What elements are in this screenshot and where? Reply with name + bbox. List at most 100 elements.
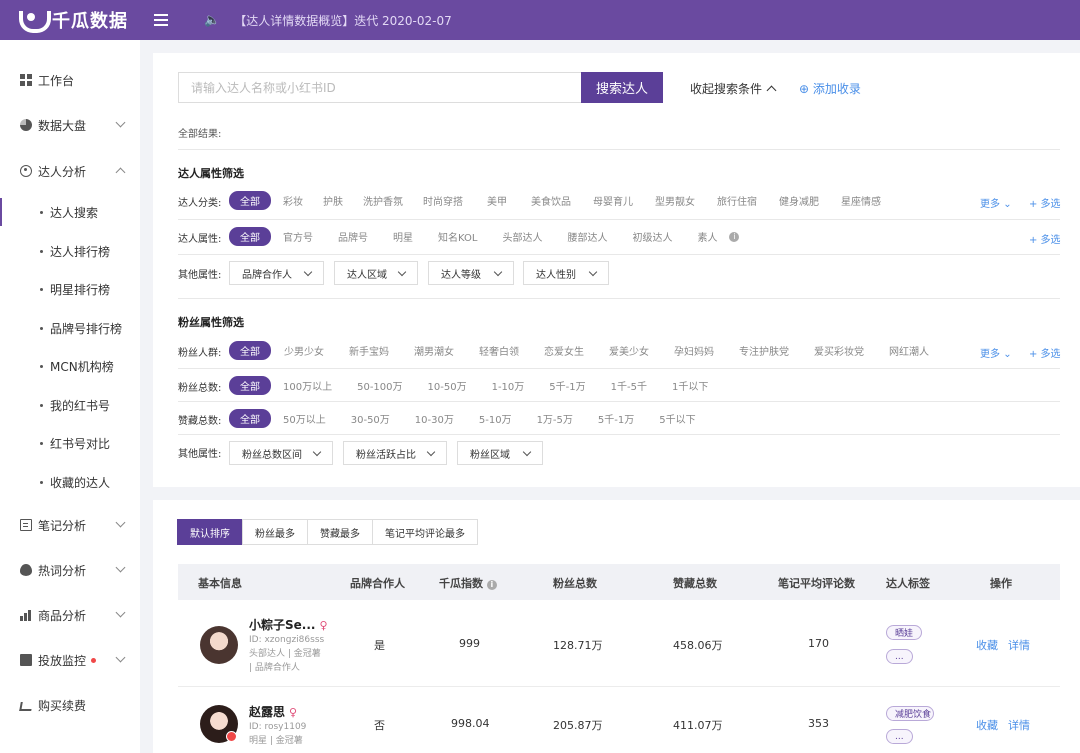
option-kol-category-all[interactable]: 全部 <box>229 191 271 210</box>
option-kol-category[interactable]: 星座情感 <box>841 193 881 208</box>
sidebar-item-kol-analysis[interactable]: 达人分析 <box>0 156 140 186</box>
dropdown-kol-level[interactable]: 达人等级 <box>428 261 514 285</box>
dropdown-fan-region[interactable]: 粉丝区域 <box>457 441 543 465</box>
sidebar-item-note-analysis[interactable]: 笔记分析 <box>0 510 140 540</box>
search-input[interactable] <box>178 72 581 103</box>
sidebar-sub-kol-rank[interactable]: 达人排行榜 <box>0 237 140 265</box>
tab-sort-likes[interactable]: 赞藏最多 <box>307 519 373 545</box>
option-fan-crowd[interactable]: 孕妇妈妈 <box>674 343 714 358</box>
option-kol-attr[interactable]: 明星 <box>393 229 413 244</box>
multi-select-button[interactable]: + 多选 <box>1029 231 1061 246</box>
collect-button[interactable]: 收藏 <box>976 717 998 733</box>
option-kol-attr[interactable]: 初级达人 <box>632 229 672 244</box>
kol-tag-more[interactable]: ... <box>886 649 913 664</box>
logo[interactable]: 千瓜数据 <box>18 7 138 33</box>
option-kol-category[interactable]: 型男靓女 <box>655 193 695 208</box>
collect-button[interactable]: 收藏 <box>976 637 998 653</box>
info-icon[interactable]: i <box>486 580 497 590</box>
option-kol-category[interactable]: 时尚穿搭 <box>423 193 463 208</box>
sidebar-item-product-analysis[interactable]: 商品分析 <box>0 600 140 630</box>
more-categories-button[interactable]: 更多 ⌄ <box>980 195 1012 210</box>
option-kol-attr[interactable]: 官方号 <box>283 229 313 244</box>
option-fan-total[interactable]: 50-100万 <box>357 378 402 393</box>
option-fan-crowd[interactable]: 少男少女 <box>284 343 324 358</box>
option-likes[interactable]: 5千以下 <box>659 411 695 426</box>
dropdown-fan-total-range[interactable]: 粉丝总数区间 <box>229 441 333 465</box>
tab-sort-fans[interactable]: 粉丝最多 <box>242 519 308 545</box>
option-likes-all[interactable]: 全部 <box>229 409 271 428</box>
multi-select-button[interactable]: + 多选 <box>1029 345 1061 360</box>
option-kol-attr-all[interactable]: 全部 <box>229 227 271 246</box>
option-fan-total[interactable]: 1-10万 <box>492 378 525 393</box>
dropdown-kol-gender[interactable]: 达人性别 <box>523 261 609 285</box>
option-fan-crowd[interactable]: 爱美少女 <box>609 343 649 358</box>
option-likes[interactable]: 1万-5万 <box>537 411 573 426</box>
option-fan-crowd[interactable]: 轻奢白领 <box>479 343 519 358</box>
option-kol-category[interactable]: 母婴育儿 <box>593 193 633 208</box>
more-crowds-button[interactable]: 更多 ⌄ <box>980 345 1012 360</box>
sidebar-sub-favorites[interactable]: 收藏的达人 <box>0 468 140 496</box>
sidebar-item-purchase[interactable]: 购买续费 <box>0 690 140 720</box>
option-likes[interactable]: 30-50万 <box>351 411 390 426</box>
sidebar-sub-kol-search[interactable]: 达人搜索 <box>0 198 140 226</box>
table-row[interactable]: 小粽子Se... ♀ ID: xzongzi86sss 头部达人 | 金冠薯 | … <box>178 601 1060 687</box>
sidebar-sub-brand-rank[interactable]: 品牌号排行榜 <box>0 314 140 342</box>
sidebar-sub-star-rank[interactable]: 明星排行榜 <box>0 275 140 303</box>
update-notice[interactable]: 【达人详情数据概览】迭代 2020-02-07 <box>234 12 452 29</box>
option-fan-crowd[interactable]: 网红潮人 <box>889 343 929 358</box>
sidebar-sub-mcn-rank[interactable]: MCN机构榜 <box>0 352 140 380</box>
sidebar-item-dashboard[interactable]: 数据大盘 <box>0 110 140 140</box>
sidebar-sub-my-accounts[interactable]: 我的红书号 <box>0 391 140 419</box>
info-icon[interactable]: i <box>729 231 740 242</box>
option-fan-total[interactable]: 1千-5千 <box>611 378 647 393</box>
option-likes[interactable]: 5-10万 <box>479 411 512 426</box>
option-kol-category[interactable]: 彩妆 <box>283 193 303 208</box>
kol-name[interactable]: 小粽子Se... ♀ <box>249 616 328 633</box>
detail-button[interactable]: 详情 <box>1008 637 1030 653</box>
tab-sort-comments[interactable]: 笔记平均评论最多 <box>372 519 478 545</box>
option-kol-category[interactable]: 旅行住宿 <box>717 193 757 208</box>
option-likes[interactable]: 50万以上 <box>283 411 326 426</box>
search-button[interactable]: 搜索达人 <box>581 72 663 103</box>
add-record-button[interactable]: ⊕ 添加收录 <box>799 80 861 97</box>
option-likes[interactable]: 5千-1万 <box>598 411 634 426</box>
kol-name[interactable]: 赵露思 ♀ <box>249 703 297 720</box>
option-fan-crowd[interactable]: 爱买彩妆党 <box>814 343 864 358</box>
table-row[interactable]: 赵露思 ♀ ID: rosy1109 明星 | 金冠薯 否 998.04 205.… <box>178 688 1060 753</box>
option-kol-attr[interactable]: 品牌号 <box>338 229 368 244</box>
menu-toggle-icon[interactable] <box>154 14 168 26</box>
kol-tag-more[interactable]: ... <box>886 729 913 744</box>
dropdown-brand-partner[interactable]: 品牌合作人 <box>229 261 324 285</box>
option-fan-crowd[interactable]: 恋爱女生 <box>544 343 584 358</box>
dropdown-kol-region[interactable]: 达人区域 <box>334 261 418 285</box>
option-fan-crowd[interactable]: 潮男潮女 <box>414 343 454 358</box>
sidebar-item-ad-monitor[interactable]: 投放监控 <box>0 645 140 675</box>
sidebar-sub-compare[interactable]: 红书号对比 <box>0 429 140 457</box>
sidebar-item-workbench[interactable]: 工作台 <box>0 65 140 95</box>
column-header[interactable]: 千瓜指数 i <box>439 575 497 591</box>
option-kol-attr[interactable]: 头部达人 <box>502 229 542 244</box>
detail-button[interactable]: 详情 <box>1008 717 1030 733</box>
collapse-search-button[interactable]: 收起搜索条件 <box>690 80 777 97</box>
option-kol-category[interactable]: 美甲 <box>487 193 507 208</box>
option-fan-crowd-all[interactable]: 全部 <box>229 341 271 360</box>
avatar[interactable] <box>200 626 238 664</box>
option-kol-attr[interactable]: 知名KOL <box>438 229 477 244</box>
kol-tag[interactable]: 晒娃 <box>886 625 923 640</box>
dropdown-fan-active-ratio[interactable]: 粉丝活跃占比 <box>343 441 447 465</box>
option-kol-category[interactable]: 护肤 <box>323 193 343 208</box>
option-kol-category[interactable]: 健身减肥 <box>779 193 819 208</box>
option-fan-total-all[interactable]: 全部 <box>229 376 271 395</box>
option-fan-total[interactable]: 5千-1万 <box>549 378 585 393</box>
multi-select-button[interactable]: + 多选 <box>1029 195 1061 210</box>
option-kol-category[interactable]: 美食饮品 <box>531 193 571 208</box>
kol-tag[interactable]: 减肥饮食 <box>886 706 934 721</box>
option-fan-crowd[interactable]: 新手宝妈 <box>349 343 389 358</box>
option-fan-total[interactable]: 100万以上 <box>283 378 332 393</box>
option-likes[interactable]: 10-30万 <box>415 411 454 426</box>
option-kol-category[interactable]: 洗护香氛 <box>363 193 403 208</box>
option-fan-total[interactable]: 1千以下 <box>672 378 708 393</box>
option-kol-attr[interactable]: 腰部达人 <box>567 229 607 244</box>
sidebar-item-hotword-analysis[interactable]: 热词分析 <box>0 555 140 585</box>
option-kol-attr[interactable]: 素人 <box>697 229 717 244</box>
